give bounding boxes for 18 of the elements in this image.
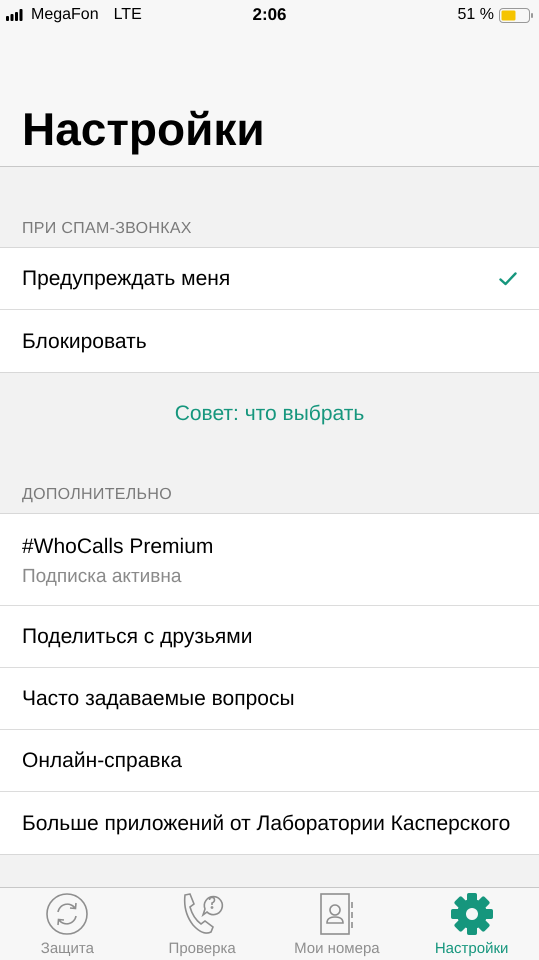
page-title: Настройки	[22, 102, 265, 156]
settings-row[interactable]: Онлайн-справка	[0, 730, 539, 792]
settings-row[interactable]: Поделиться с друзьями	[0, 606, 539, 668]
settings-row[interactable]: Часто задаваемые вопросы	[0, 668, 539, 730]
sync-icon	[45, 892, 90, 936]
network-type: LTE	[114, 6, 142, 24]
section-header: ДОПОЛНИТЕЛЬНО	[22, 486, 172, 504]
carrier-name: MegaFon	[31, 6, 99, 24]
contacts-book-icon	[318, 892, 355, 936]
battery-icon	[499, 8, 533, 22]
settings-row[interactable]: Предупреждать меня	[0, 248, 539, 310]
gear-icon	[450, 892, 494, 936]
settings-row[interactable]: Блокировать	[0, 310, 539, 372]
battery-percent: 51 %	[458, 6, 494, 24]
section-header: ПРИ СПАМ-ЗВОНКАХ	[22, 220, 192, 238]
settings-row[interactable]: #WhoCalls Premium Подписка активна	[0, 514, 539, 606]
settings-row[interactable]: Больше приложений от Лаборатории Касперского	[0, 792, 539, 854]
clock-time: 2:06	[252, 5, 287, 25]
